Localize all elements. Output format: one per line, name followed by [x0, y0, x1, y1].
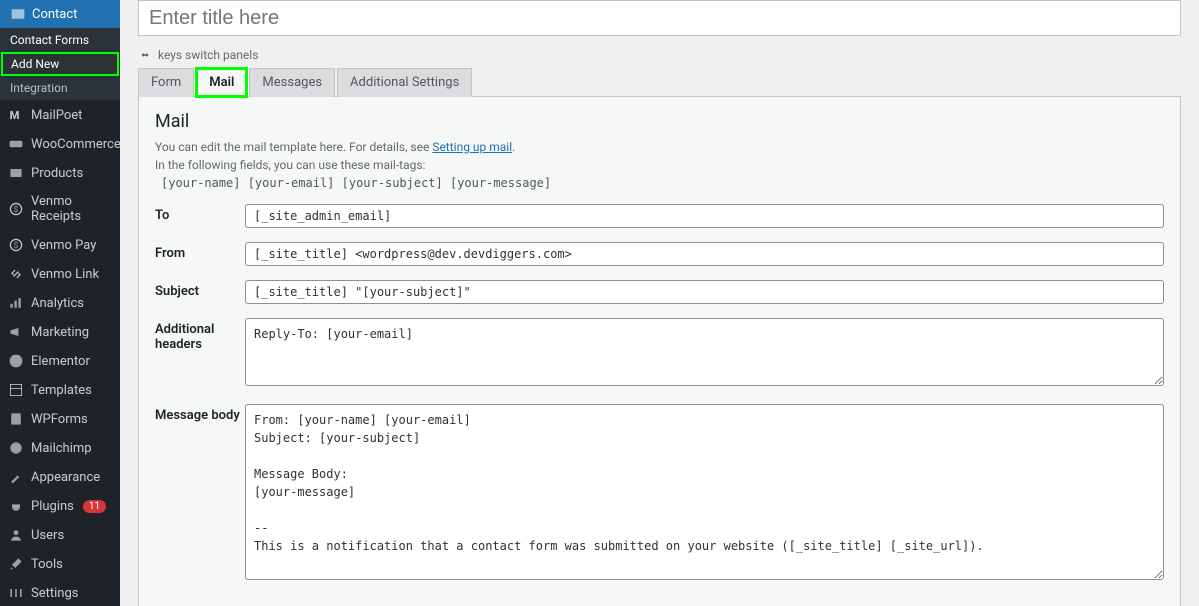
sidebar-item-label: Products: [31, 166, 83, 181]
sidebar-item-analytics[interactable]: Analytics: [0, 288, 120, 317]
main-panel: keys switch panels FormMailMessagesAddit…: [120, 0, 1199, 606]
sidebar-item-plugins[interactable]: Plugins 11: [0, 491, 120, 520]
to-input[interactable]: [245, 204, 1164, 228]
subject-input[interactable]: [245, 280, 1164, 304]
sidebar-item-label: Templates: [31, 383, 92, 398]
svg-text:$: $: [14, 241, 19, 250]
link-icon: [8, 266, 24, 282]
sidebar-item-label: Tools: [31, 557, 63, 572]
sidebar-submenu: Contact FormsAdd NewIntegration: [0, 28, 120, 100]
sidebar-item-label: Settings: [31, 586, 78, 601]
plug-icon: [8, 498, 24, 514]
setting-up-mail-link[interactable]: Setting up mail: [432, 140, 512, 154]
products-icon: [8, 165, 24, 181]
sidebar-current-label: Contact: [32, 7, 77, 22]
headers-label: Additional headers: [155, 318, 245, 352]
from-input[interactable]: [245, 242, 1164, 266]
sidebar-item-venmo-receipts[interactable]: $ Venmo Receipts: [0, 187, 120, 230]
tab-form[interactable]: Form: [138, 68, 194, 97]
sidebar-item-label: Analytics: [31, 296, 84, 311]
sidebar-item-label: Venmo Pay: [31, 238, 96, 253]
sidebar-item-woocommerce[interactable]: WooCommerce: [0, 129, 120, 158]
sidebar-item-elementor[interactable]: Elementor: [0, 346, 120, 375]
sidebar-item-appearance[interactable]: Appearance: [0, 462, 120, 491]
admin-sidebar: Contact Contact FormsAdd NewIntegration …: [0, 0, 120, 606]
tools-icon: [8, 556, 24, 572]
sidebar-item-label: Plugins: [31, 499, 74, 514]
sidebar-item-label: Venmo Receipts: [31, 194, 112, 224]
body-label: Message body: [155, 404, 245, 423]
sidebar-item-mailchimp[interactable]: Mailchimp: [0, 433, 120, 462]
templates-icon: [8, 382, 24, 398]
sidebar-item-label: MailPoet: [31, 108, 82, 123]
dollar-icon: $: [8, 237, 24, 253]
mailchimp-icon: [8, 440, 24, 456]
mail-heading: Mail: [155, 111, 1164, 132]
sidebar-item-label: WPForms: [31, 412, 88, 427]
to-label: To: [155, 204, 245, 223]
sidebar-subitem-contact-forms[interactable]: Contact Forms: [0, 28, 120, 52]
mail-intro: You can edit the mail template here. For…: [155, 138, 1164, 174]
sidebar-item-templates[interactable]: Templates: [0, 375, 120, 404]
tab-mail[interactable]: Mail: [196, 68, 247, 97]
sidebar-item-wpforms[interactable]: WPForms: [0, 404, 120, 433]
arrows-icon: [138, 48, 152, 62]
settings-icon: [8, 585, 24, 601]
sidebar-item-users[interactable]: Users: [0, 520, 120, 549]
subject-label: Subject: [155, 280, 245, 299]
tabs: FormMailMessagesAdditional Settings: [138, 68, 1181, 97]
svg-text:$: $: [14, 205, 19, 214]
form-title-input[interactable]: [138, 0, 1181, 36]
contact-icon: [10, 6, 26, 22]
wpforms-icon: [8, 411, 24, 427]
elementor-icon: [8, 353, 24, 369]
sidebar-item-settings[interactable]: Settings: [0, 578, 120, 606]
sidebar-item-label: WooCommerce: [31, 137, 120, 152]
from-label: From: [155, 242, 245, 261]
sidebar-item-products[interactable]: Products: [0, 158, 120, 187]
chart-icon: [8, 295, 24, 311]
sidebar-subitem-add-new[interactable]: Add New: [1, 52, 119, 76]
body-input[interactable]: [245, 404, 1164, 580]
headers-input[interactable]: [245, 318, 1164, 386]
sidebar-item-label: Users: [31, 528, 64, 543]
brush-icon: [8, 469, 24, 485]
mail-panel: Mail You can edit the mail template here…: [138, 96, 1181, 606]
sidebar-item-label: Appearance: [31, 470, 100, 485]
sidebar-item-venmo-link[interactable]: Venmo Link: [0, 259, 120, 288]
woo-icon: [8, 136, 24, 152]
dollar-icon: $: [8, 201, 24, 217]
keys-hint-text: keys switch panels: [158, 48, 258, 62]
users-icon: [8, 527, 24, 543]
sidebar-badge: 11: [83, 500, 106, 513]
mailpoet-icon: M: [8, 107, 24, 123]
sidebar-item-label: Venmo Link: [31, 267, 99, 282]
sidebar-item-tools[interactable]: Tools: [0, 549, 120, 578]
sidebar-item-label: Mailchimp: [31, 441, 92, 456]
tab-messages[interactable]: Messages: [249, 68, 335, 97]
sidebar-item-marketing[interactable]: Marketing: [0, 317, 120, 346]
tab-additional-settings[interactable]: Additional Settings: [337, 68, 472, 97]
sidebar-item-label: Elementor: [31, 354, 90, 369]
sidebar-item-mailpoet[interactable]: M MailPoet: [0, 100, 120, 129]
sidebar-subitem-integration[interactable]: Integration: [0, 76, 120, 100]
sidebar-current-menu[interactable]: Contact: [0, 0, 120, 28]
megaphone-icon: [8, 324, 24, 340]
sidebar-item-label: Marketing: [31, 325, 89, 340]
svg-text:M: M: [10, 109, 20, 122]
sidebar-item-venmo-pay[interactable]: $ Venmo Pay: [0, 230, 120, 259]
keys-hint: keys switch panels: [138, 48, 1181, 62]
mail-tags: [your-name] [your-email] [your-subject] …: [155, 174, 1164, 190]
